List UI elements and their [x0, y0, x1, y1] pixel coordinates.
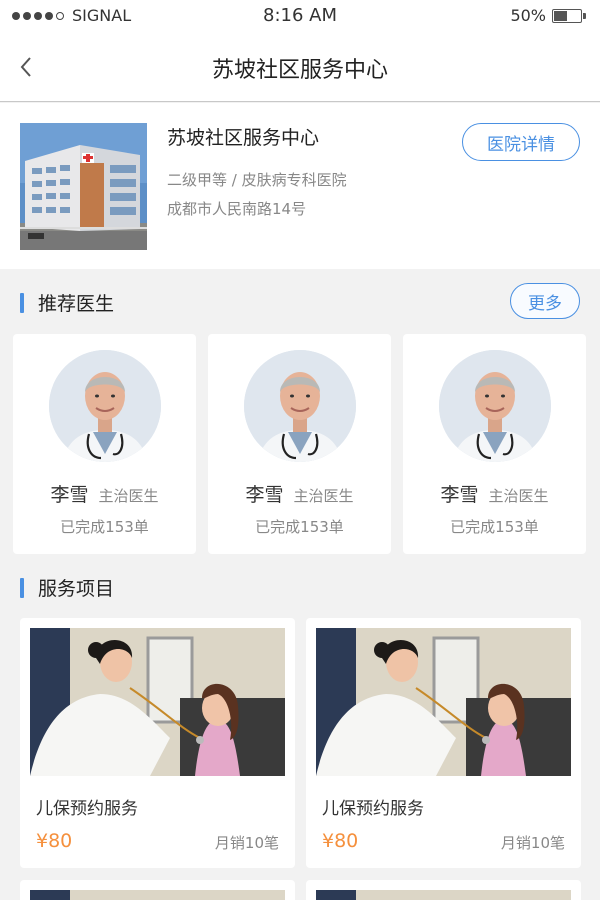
section-accent-bar	[20, 293, 24, 313]
services-section-header: 服务项目	[0, 568, 600, 608]
section-accent-bar	[20, 578, 24, 598]
service-price: ¥80	[322, 830, 359, 852]
doctors-section-header: 推荐医生 更多	[0, 283, 600, 323]
doctor-avatar	[244, 350, 356, 462]
hospital-detail-button[interactable]: 医院详情	[462, 123, 580, 161]
service-image	[30, 890, 285, 900]
service-price: ¥80	[36, 830, 73, 852]
hospital-address: 成都市人民南路14号	[167, 200, 307, 218]
doctor-completed-count: 已完成153单	[60, 518, 149, 536]
doctor-name: 李雪	[245, 484, 284, 506]
service-monthly-sales: 月销10笔	[214, 834, 279, 852]
doctor-avatar	[439, 350, 551, 462]
doctor-card[interactable]: 李雪 主治医生 已完成153单	[13, 334, 196, 554]
service-card[interactable]: 儿保预约服务 ¥80 月销10笔	[20, 618, 295, 868]
service-image	[316, 628, 571, 776]
doctor-avatar	[49, 350, 161, 462]
service-card[interactable]: 儿保预约服务 ¥80 月销10笔	[306, 618, 581, 868]
hospital-level: 二级甲等 / 皮肤病专科医院	[167, 171, 347, 189]
service-monthly-sales: 月销10笔	[500, 834, 565, 852]
service-name: 儿保预约服务	[36, 799, 138, 819]
service-name: 儿保预约服务	[322, 799, 424, 819]
page-title: 苏坡社区服务中心	[211, 58, 388, 83]
battery-fill	[554, 10, 567, 21]
doctor-card[interactable]: 李雪 主治医生 已完成153单	[208, 334, 391, 554]
doctor-title: 主治医生	[98, 487, 159, 505]
doctor-name: 李雪	[440, 484, 479, 506]
hospital-name: 苏坡社区服务中心	[167, 127, 320, 149]
service-image	[316, 890, 571, 900]
doctor-title: 主治医生	[488, 487, 549, 505]
doctor-portrait-image	[244, 350, 356, 462]
hospital-building-image	[20, 123, 147, 250]
service-card[interactable]	[20, 880, 295, 900]
doctor-completed-count: 已完成153单	[450, 518, 539, 536]
battery-tip	[583, 12, 586, 19]
doctors-section-title: 推荐医生	[38, 293, 115, 315]
doctor-card[interactable]: 李雪 主治医生 已完成153单	[403, 334, 586, 554]
service-card[interactable]	[306, 880, 581, 900]
services-section-title: 服务项目	[38, 578, 115, 600]
status-bar: SIGNAL 8:16 AM 50%	[0, 0, 600, 32]
doctor-title: 主治医生	[293, 487, 354, 505]
battery-icon	[552, 8, 582, 23]
doctor-portrait-image	[49, 350, 161, 462]
battery-indicator: 50%	[510, 6, 586, 25]
battery-percent: 50%	[510, 6, 546, 25]
doctor-name-row: 李雪 主治医生	[208, 480, 391, 507]
doctor-completed-count: 已完成153单	[255, 518, 344, 536]
doctor-name-row: 李雪 主治医生	[403, 480, 586, 507]
more-doctors-button[interactable]: 更多	[510, 283, 580, 319]
doctor-name-row: 李雪 主治医生	[13, 480, 196, 507]
service-image	[30, 628, 285, 776]
hospital-card: 苏坡社区服务中心 二级甲等 / 皮肤病专科医院 成都市人民南路14号 医院详情	[0, 103, 600, 269]
navbar: 苏坡社区服务中心	[0, 32, 600, 102]
doctor-name: 李雪	[50, 484, 89, 506]
doctor-portrait-image	[439, 350, 551, 462]
